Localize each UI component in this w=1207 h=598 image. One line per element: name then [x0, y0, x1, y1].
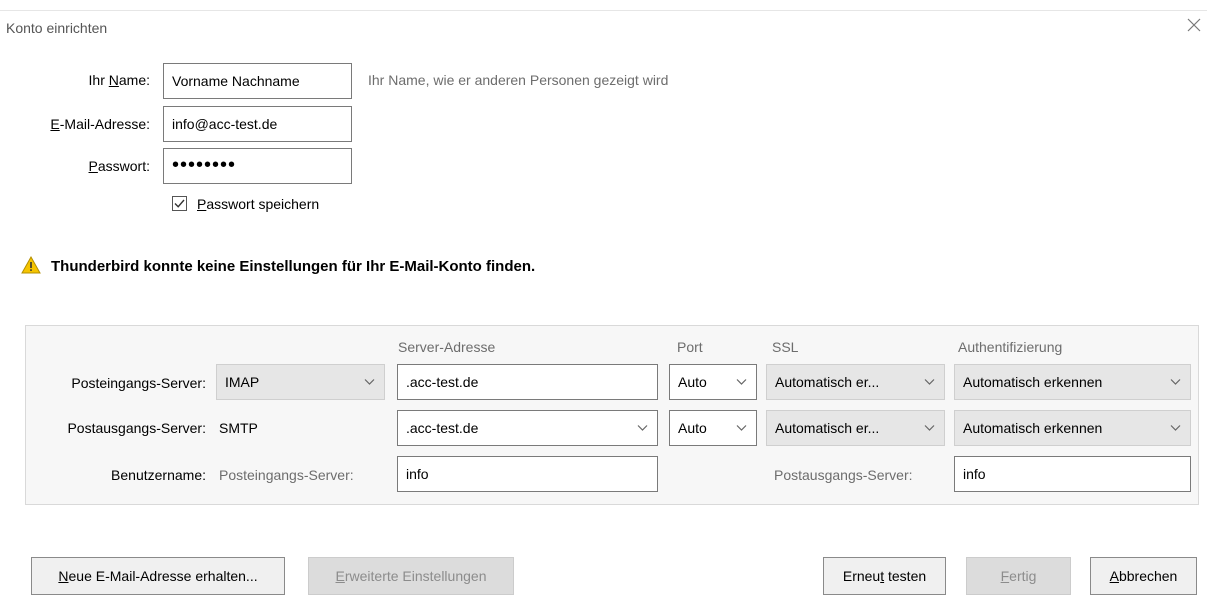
outgoing-address-select[interactable]: .acc-test.de: [397, 410, 658, 446]
cancel-button[interactable]: Abbrechen: [1090, 557, 1197, 595]
chevron-down-icon: [637, 425, 648, 431]
chevron-down-icon: [736, 379, 747, 385]
incoming-protocol-value: IMAP: [225, 374, 260, 390]
done-button[interactable]: Fertig: [966, 557, 1071, 595]
incoming-auth-select[interactable]: Automatisch erkennen: [954, 364, 1191, 400]
outgoing-protocol: SMTP: [219, 420, 258, 436]
warning-icon: [21, 255, 41, 274]
incoming-ssl-value: Automatisch er...: [775, 374, 880, 390]
email-label: E-Mail-Adresse:: [50, 116, 150, 132]
advanced-settings-button[interactable]: Erweiterte Einstellungen: [308, 557, 514, 595]
username-outgoing-label: Postausgangs-Server:: [774, 467, 913, 483]
outgoing-ssl-select[interactable]: Automatisch er...: [766, 410, 945, 446]
incoming-address-input[interactable]: .acc-test.de: [397, 364, 658, 400]
save-password-checkbox[interactable]: [172, 196, 187, 211]
username-incoming-input[interactable]: info: [397, 456, 658, 492]
header-authentication: Authentifizierung: [958, 339, 1063, 355]
close-icon[interactable]: [1183, 14, 1205, 36]
chevron-down-icon: [924, 425, 935, 431]
title-bar-divider: [0, 10, 1207, 11]
warning-message: Thunderbird konnte keine Einstellungen f…: [51, 258, 536, 275]
outgoing-auth-select[interactable]: Automatisch erkennen: [954, 410, 1191, 446]
new-email-address-button[interactable]: Neue E-Mail-Adresse erhalten...: [31, 557, 285, 595]
incoming-server-label: Posteingangs-Server:: [71, 375, 206, 391]
chevron-down-icon: [1170, 425, 1181, 431]
incoming-protocol-select[interactable]: IMAP: [216, 364, 385, 400]
outgoing-port-value: Auto: [678, 420, 707, 436]
outgoing-port-select[interactable]: Auto: [669, 410, 757, 446]
name-label: Ihr Name:: [88, 72, 150, 88]
name-field[interactable]: Vorname Nachname: [163, 63, 352, 99]
outgoing-auth-value: Automatisch erkennen: [963, 420, 1103, 436]
header-ssl: SSL: [772, 339, 799, 355]
username-incoming-label: Posteingangs-Server:: [219, 467, 354, 483]
chevron-down-icon: [736, 425, 747, 431]
email-field[interactable]: info@acc-test.de: [163, 106, 352, 142]
incoming-port-select[interactable]: Auto: [669, 364, 757, 400]
checkmark-icon: [174, 199, 185, 208]
header-port: Port: [677, 339, 703, 355]
username-label: Benutzername:: [111, 467, 206, 483]
chevron-down-icon: [924, 379, 935, 385]
header-server-address: Server-Adresse: [398, 339, 496, 355]
chevron-down-icon: [364, 379, 375, 385]
retest-button[interactable]: Erneut testen: [823, 557, 946, 595]
name-hint: Ihr Name, wie er anderen Personen gezeig…: [368, 72, 669, 88]
outgoing-ssl-value: Automatisch er...: [775, 420, 880, 436]
incoming-port-value: Auto: [678, 374, 707, 390]
window-title: Konto einrichten: [6, 20, 108, 36]
password-field[interactable]: ••••••••: [163, 148, 352, 184]
outgoing-server-label: Postausgangs-Server:: [67, 420, 206, 436]
outgoing-address-value: .acc-test.de: [406, 420, 479, 436]
username-outgoing-input[interactable]: info: [954, 456, 1191, 492]
incoming-ssl-select[interactable]: Automatisch er...: [766, 364, 945, 400]
save-password-label[interactable]: Passwort speichern: [197, 196, 319, 212]
chevron-down-icon: [1170, 379, 1181, 385]
incoming-auth-value: Automatisch erkennen: [963, 374, 1103, 390]
password-label: Passwort:: [88, 158, 150, 174]
